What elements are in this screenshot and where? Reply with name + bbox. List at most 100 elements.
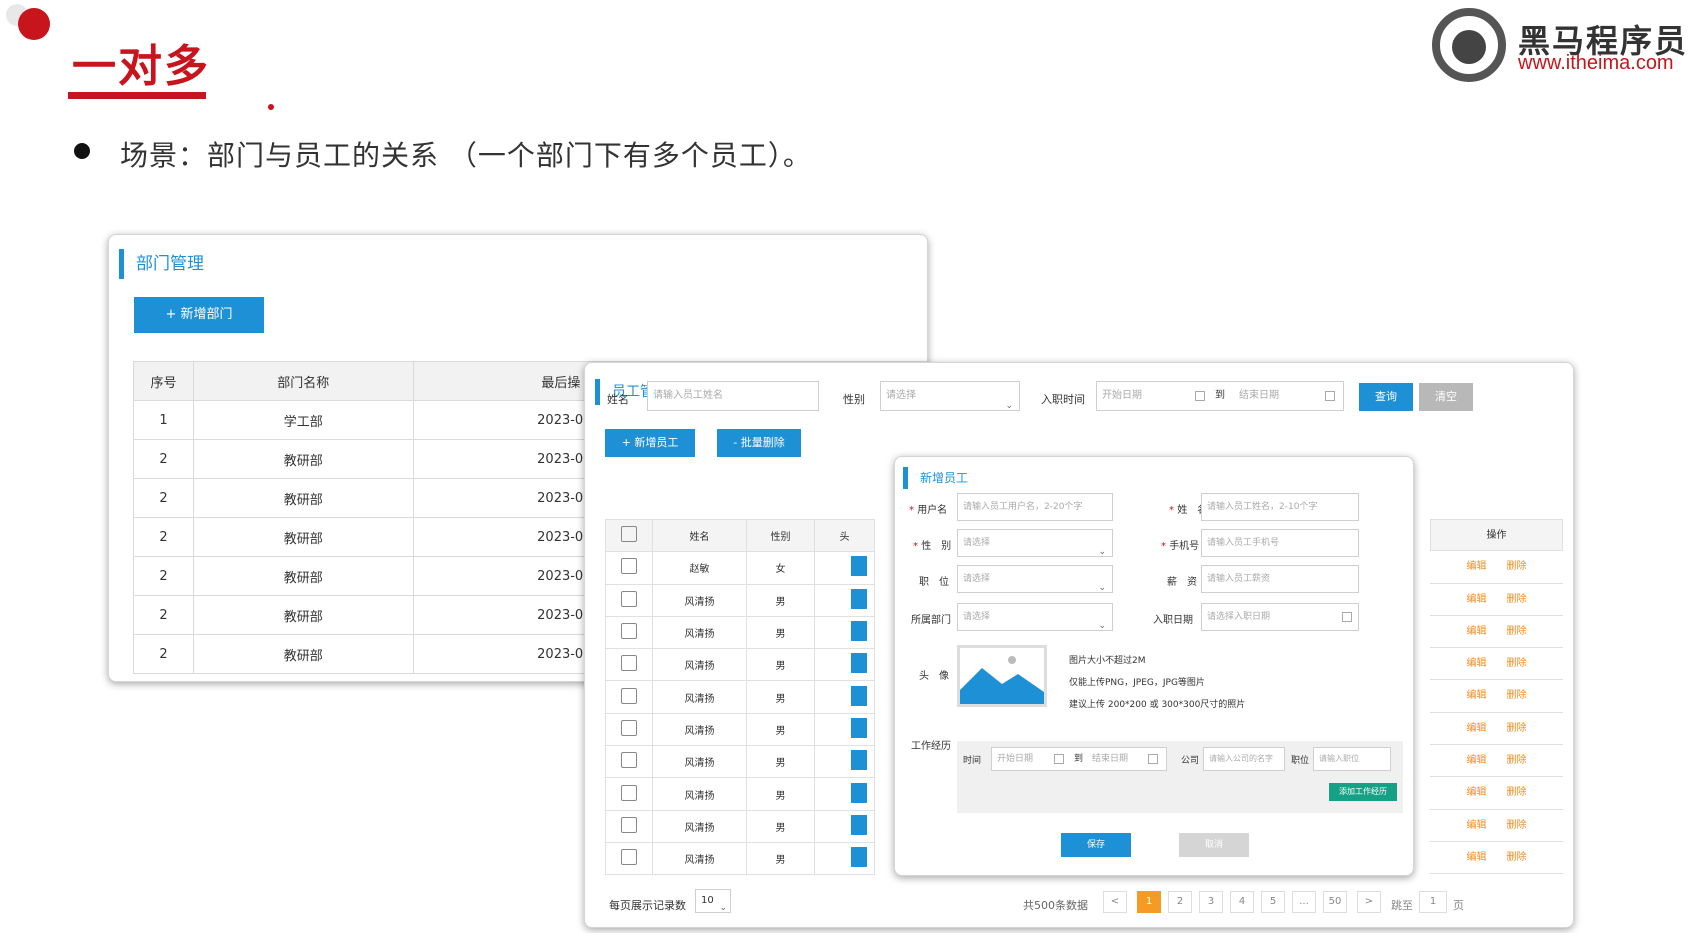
calendar-icon (1148, 754, 1158, 764)
delete-link[interactable]: 删除 (1507, 658, 1527, 669)
dept-select[interactable]: 请选择 ⌄ (957, 603, 1113, 631)
page-button[interactable]: ... (1292, 891, 1316, 913)
search-name-input[interactable]: 请输入员工姓名 (647, 381, 819, 411)
dept-no: 2 (133, 556, 194, 596)
page-size-select[interactable]: 10 ⌄ (695, 889, 731, 913)
position-input[interactable]: 请输入职位 (1313, 747, 1391, 771)
chevron-down-icon: ⌄ (1098, 547, 1106, 557)
scene-text: 场景：部门与员工的关系 （一个部门下有多个员工）。 (120, 139, 812, 172)
username-input[interactable]: 请输入员工用户名，2-20个字 (957, 493, 1113, 521)
company-input[interactable]: 请输入公司的名字 (1203, 747, 1285, 771)
page-button[interactable]: 1 (1137, 891, 1161, 913)
delete-link[interactable]: 删除 (1507, 723, 1527, 734)
emp-gender: 男 (746, 648, 815, 682)
avatar-upload[interactable] (957, 645, 1047, 707)
delete-link[interactable]: 删除 (1507, 561, 1527, 572)
page-button[interactable]: 50 (1323, 891, 1347, 913)
calendar-icon (1054, 754, 1064, 764)
edit-link[interactable]: 编辑 (1467, 755, 1487, 766)
edit-link[interactable]: 编辑 (1467, 723, 1487, 734)
emp-row: 风清扬男 (605, 777, 875, 811)
page-button[interactable]: 5 (1261, 891, 1285, 913)
ops-cell: 编辑 删除 (1430, 745, 1563, 778)
row-checkbox[interactable] (621, 816, 637, 833)
row-checkbox[interactable] (621, 655, 637, 672)
avatar-hint-size: 图片大小不超过2M (1069, 656, 1146, 666)
page-size-value: 10 (701, 895, 714, 906)
edit-link[interactable]: 编辑 (1467, 658, 1487, 669)
save-button[interactable]: 保存 (1061, 833, 1131, 857)
dept-time: 2023-09-2 (412, 595, 614, 635)
delete-link[interactable]: 删除 (1507, 755, 1527, 766)
batch-delete-button[interactable]: - 批量删除 (717, 429, 801, 457)
emp-col-name: 姓名 (652, 518, 747, 553)
row-checkbox[interactable] (621, 784, 637, 801)
dept-col-no: 序号 (133, 361, 194, 401)
query-button[interactable]: 查询 (1359, 383, 1413, 411)
row-checkbox[interactable] (621, 719, 637, 736)
name-input[interactable]: 请输入员工姓名，2-10个字 (1201, 493, 1359, 521)
delete-link[interactable]: 删除 (1507, 852, 1527, 863)
emp-name: 风清扬 (652, 712, 747, 747)
emp-name: 赵敏 (652, 551, 747, 585)
add-emp-button[interactable]: + 新增员工 (605, 429, 695, 457)
emp-name: 风清扬 (652, 615, 747, 650)
dept-time: 2023-09-2 (412, 634, 614, 674)
edit-link[interactable]: 编辑 (1467, 561, 1487, 572)
search-gender-select[interactable]: 请选择 ⌄ (880, 381, 1020, 411)
row-checkbox[interactable] (621, 752, 637, 769)
edit-link[interactable]: 编辑 (1467, 626, 1487, 637)
avatar-hint-dimension: 建议上传 200*200 或 300*300尺寸的照片 (1069, 700, 1246, 710)
image-placeholder-icon (960, 656, 1044, 704)
row-checkbox[interactable] (621, 687, 637, 704)
delete-link[interactable]: 删除 (1507, 626, 1527, 637)
search-name-label: 姓名 (607, 393, 629, 406)
edit-link[interactable]: 编辑 (1467, 852, 1487, 863)
dept-select-value: 请选择 (963, 612, 991, 622)
row-checkbox[interactable] (621, 849, 637, 866)
work-date-to: 到 (1074, 754, 1084, 764)
emp-row: 风清扬男 (605, 841, 875, 876)
salary-input[interactable]: 请输入员工薪资 (1201, 565, 1359, 593)
add-emp-dialog: 新增员工 * 用户名 请输入员工用户名，2-20个字 * 姓 名 请输入员工姓名… (894, 456, 1414, 876)
page-button[interactable]: 4 (1230, 891, 1254, 913)
select-all-checkbox[interactable] (621, 526, 637, 543)
prev-page-button[interactable]: < (1103, 891, 1127, 913)
work-time-label: 时间 (963, 756, 982, 766)
delete-link[interactable]: 删除 (1507, 820, 1527, 831)
search-date-range[interactable]: 开始日期 到 结束日期 (1096, 381, 1344, 411)
row-checkbox[interactable] (621, 623, 637, 640)
dept-time: 2023-09-2 (412, 400, 614, 440)
work-date-range[interactable]: 开始日期 到 结束日期 (991, 747, 1167, 771)
jump-input[interactable]: 1 (1419, 891, 1447, 913)
job-select[interactable]: 请选择 ⌄ (957, 565, 1113, 593)
work-start-date: 开始日期 (997, 754, 1034, 764)
emp-gender: 男 (746, 583, 815, 617)
cancel-button[interactable]: 取消 (1179, 833, 1249, 857)
entry-date-input[interactable]: 请选择入职日期 (1201, 603, 1359, 631)
edit-link[interactable]: 编辑 (1467, 820, 1487, 831)
row-checkbox[interactable] (621, 558, 637, 575)
delete-link[interactable]: 删除 (1507, 594, 1527, 605)
phone-input[interactable]: 请输入员工手机号 (1201, 529, 1359, 557)
add-dept-button[interactable]: + 新增部门 (134, 297, 264, 333)
search-date-label: 入职时间 (1041, 393, 1085, 406)
emp-name: 风清扬 (652, 583, 747, 617)
gender-select[interactable]: 请选择 ⌄ (957, 529, 1113, 557)
next-page-button[interactable]: > (1357, 891, 1381, 913)
chevron-down-icon: ⌄ (719, 903, 727, 913)
delete-link[interactable]: 删除 (1507, 690, 1527, 701)
row-checkbox[interactable] (621, 590, 637, 607)
dept-no: 2 (133, 478, 194, 518)
add-work-button[interactable]: 添加工作经历 (1329, 783, 1397, 801)
calendar-icon (1195, 391, 1205, 401)
edit-link[interactable]: 编辑 (1467, 690, 1487, 701)
page-button[interactable]: 3 (1199, 891, 1223, 913)
delete-link[interactable]: 删除 (1507, 787, 1527, 798)
page-button[interactable]: 2 (1168, 891, 1192, 913)
dept-time: 2023-09-2 (412, 478, 614, 518)
edit-link[interactable]: 编辑 (1467, 594, 1487, 605)
dialog-title: 新增员工 (903, 467, 968, 489)
clear-button[interactable]: 清空 (1419, 383, 1473, 411)
edit-link[interactable]: 编辑 (1467, 787, 1487, 798)
